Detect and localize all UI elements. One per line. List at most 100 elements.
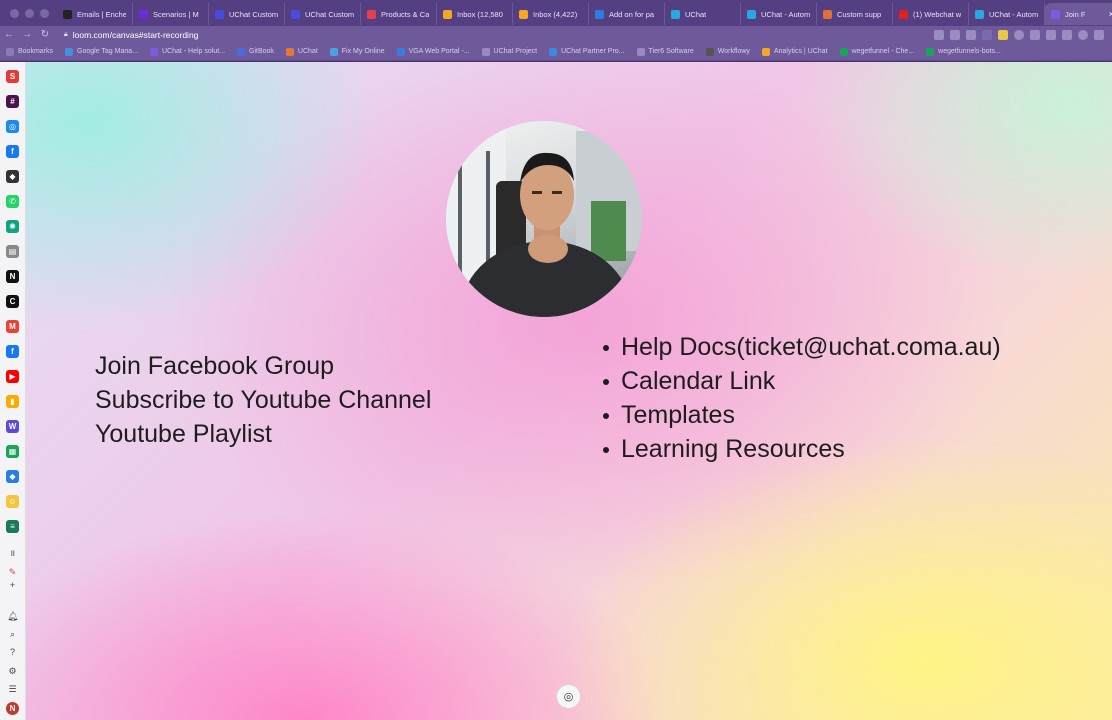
loom-control-button[interactable]: ◎ xyxy=(556,684,581,709)
menu-icon[interactable]: ☰ xyxy=(7,684,18,695)
puzzle-icon[interactable] xyxy=(1046,29,1056,40)
notes-icon[interactable]: ▤ xyxy=(6,245,19,258)
back-arrow-icon[interactable]: ← xyxy=(0,29,18,40)
camera-bubble[interactable] xyxy=(446,121,642,317)
bookmark-item[interactable]: UChat Project xyxy=(481,47,537,56)
facebook-icon[interactable]: f xyxy=(6,345,19,358)
browser-tab[interactable]: Join F× xyxy=(1045,3,1112,25)
sheets-icon[interactable]: ▦ xyxy=(6,445,19,458)
bookmark-favicon-icon xyxy=(329,47,338,56)
star-icon[interactable] xyxy=(966,29,976,40)
help-icon[interactable]: ? xyxy=(7,647,18,658)
extension-icon[interactable] xyxy=(982,29,992,40)
browser-tab[interactable]: Inbox (4,422) xyxy=(513,3,589,25)
bookmark-item[interactable]: UChat xyxy=(285,47,318,56)
bookmark-item[interactable]: Bookmarks xyxy=(6,47,53,56)
browser-tab[interactable]: Inbox (12,580 xyxy=(437,3,513,25)
share-icon[interactable] xyxy=(950,29,960,40)
whatsapp-icon[interactable]: ✆ xyxy=(6,195,19,208)
github-icon[interactable]: ◆ xyxy=(6,170,19,183)
browser-tab[interactable]: Products & Ca xyxy=(361,3,437,25)
tab-label: Join F xyxy=(1065,9,1086,19)
tab-label: UChat - Autom xyxy=(989,9,1038,19)
bookmark-favicon-icon xyxy=(761,47,770,56)
bookmark-item[interactable]: VGA Web Portal -... xyxy=(396,47,470,56)
more-menu-icon[interactable] xyxy=(1094,29,1104,40)
bookmark-item[interactable]: Tier6 Software xyxy=(636,47,694,56)
reload-icon[interactable]: ↻ xyxy=(36,29,54,40)
emoji-icon[interactable]: ☺ xyxy=(6,495,19,508)
messenger-icon[interactable]: ◎ xyxy=(6,120,19,133)
maximize-window-button[interactable] xyxy=(40,8,49,18)
user-avatar-icon[interactable]: N xyxy=(6,702,19,715)
add-app-icon[interactable]: + xyxy=(7,580,18,591)
bookmark-item[interactable]: UChat Partner Pro... xyxy=(549,47,625,56)
bookmark-item[interactable]: GitBook xyxy=(237,47,274,56)
bookmark-label: wegetfunnel - Che... xyxy=(851,48,915,55)
shortcut-app-icon[interactable]: S xyxy=(6,70,19,83)
browser-tab[interactable]: Custom supp xyxy=(817,3,893,25)
tab-label: Add on for pa xyxy=(609,9,655,19)
browser-toolbar: ← → ↻ 🔒︎ loom.com/canvas#start-recording xyxy=(0,26,1112,43)
sidebar-icon[interactable] xyxy=(1062,29,1072,40)
bookmark-favicon-icon xyxy=(396,47,405,56)
loom-canvas: Join Facebook Group Subscribe to Youtube … xyxy=(26,62,1112,720)
bookmark-favicon-icon xyxy=(285,47,294,56)
diamond-app-icon[interactable]: ◆ xyxy=(6,470,19,483)
facebook-icon[interactable]: f xyxy=(6,145,19,158)
bookmark-item[interactable]: wegetfunnels-bots... xyxy=(926,47,1001,56)
forward-arrow-icon[interactable]: → xyxy=(18,29,36,40)
bookmark-item[interactable]: Google Tag Mana... xyxy=(65,47,138,56)
bookmark-label: Google Tag Mana... xyxy=(77,48,138,55)
bookmark-item[interactable]: UChat - Help solut... xyxy=(149,47,225,56)
w-app-icon[interactable]: W xyxy=(6,420,19,433)
close-window-button[interactable] xyxy=(10,8,19,18)
browser-tab[interactable]: Emails | Enche xyxy=(57,3,133,25)
browser-tab[interactable]: UChat - Autom xyxy=(741,3,817,25)
left-link-text: Youtube Playlist xyxy=(95,420,272,448)
browser-tab[interactable]: UChat xyxy=(665,3,741,25)
analytics-icon[interactable]: ▮ xyxy=(6,395,19,408)
bell-icon[interactable]: 🔔︎ xyxy=(7,611,18,622)
youtube-icon[interactable]: ▶ xyxy=(6,370,19,383)
pen-icon[interactable]: ✎ xyxy=(7,567,18,578)
resource-list: Help Docs(ticket@uchat.coma.au) Calendar … xyxy=(601,330,1001,466)
bookmark-item[interactable]: wegetfunnel - Che... xyxy=(839,47,915,56)
bookmark-favicon-icon xyxy=(6,47,14,56)
left-links: Join Facebook Group Subscribe to Youtube … xyxy=(95,349,431,451)
address-bar[interactable]: 🔒︎ loom.com/canvas#start-recording xyxy=(64,30,198,40)
chatgpt-icon[interactable]: ✺ xyxy=(6,220,19,233)
extension-icon[interactable] xyxy=(1030,29,1040,40)
browser-tab[interactable]: Add on for pa xyxy=(589,3,665,25)
profile-icon[interactable] xyxy=(1078,29,1088,40)
list-app-icon[interactable]: ≡ xyxy=(6,520,19,533)
tab-strip: Emails | Enche Scenarios | M UChat Custom U… xyxy=(57,1,1112,25)
minimize-window-button[interactable] xyxy=(25,8,34,18)
browser-tab[interactable]: UChat - Autom xyxy=(969,3,1045,25)
bookmark-favicon-icon xyxy=(549,47,558,56)
browser-tab[interactable]: (1) Webchat w xyxy=(893,3,969,25)
tab-favicon-icon xyxy=(519,9,528,19)
resource-list-item: Help Docs(ticket@uchat.coma.au) xyxy=(601,330,1001,364)
c-app-icon[interactable]: C xyxy=(6,295,19,308)
window-controls xyxy=(0,8,57,18)
gear-icon[interactable]: ⚙ xyxy=(7,666,18,677)
extension-icon[interactable] xyxy=(1014,29,1024,40)
left-link-text: Subscribe to Youtube Channel xyxy=(95,386,432,414)
notion-icon[interactable]: N xyxy=(6,270,19,283)
slack-icon[interactable]: # xyxy=(6,95,19,108)
tab-label: UChat xyxy=(685,9,707,19)
bookmark-item[interactable]: Analytics | UChat xyxy=(761,47,828,56)
pause-icon[interactable]: ॥ xyxy=(7,548,18,559)
bookmark-item[interactable]: Fix My Online xyxy=(329,47,385,56)
search-icon[interactable]: ⌕ xyxy=(7,629,18,640)
bookmark-favicon-icon xyxy=(481,47,490,56)
tab-label: Products & Ca xyxy=(381,9,430,19)
bookmark-item[interactable]: Workflowy xyxy=(705,47,750,56)
gmail-icon[interactable]: M xyxy=(6,320,19,333)
browser-tab[interactable]: Scenarios | M xyxy=(133,3,209,25)
extension-icon[interactable] xyxy=(998,29,1008,40)
camera-icon[interactable] xyxy=(934,29,944,40)
browser-tab[interactable]: UChat Custom xyxy=(209,3,285,25)
browser-tab[interactable]: UChat Custom xyxy=(285,3,361,25)
